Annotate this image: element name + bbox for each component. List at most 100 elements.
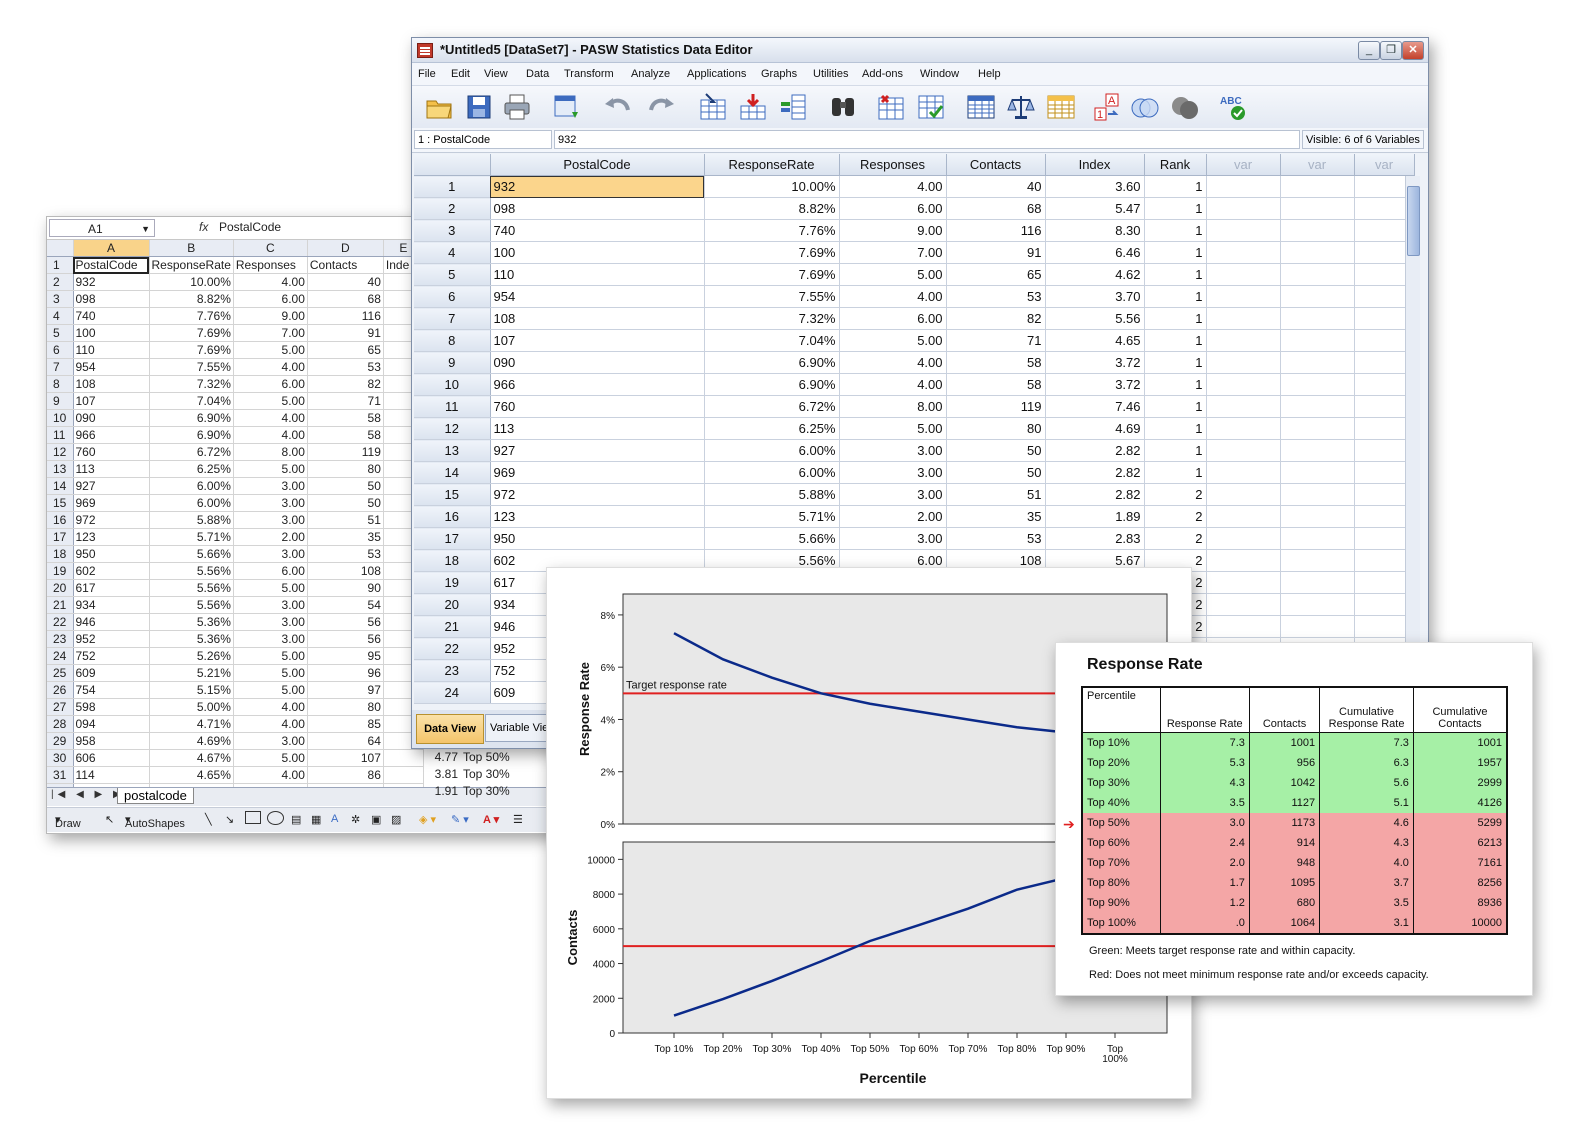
- row-header[interactable]: 29: [47, 732, 74, 750]
- undo-icon[interactable]: [602, 92, 632, 122]
- cell[interactable]: 108: [307, 562, 384, 580]
- row-number[interactable]: 2: [414, 197, 491, 220]
- cell[interactable]: 7.00: [233, 324, 308, 342]
- cell[interactable]: 7.69%: [704, 241, 840, 264]
- cell[interactable]: 7.76%: [704, 219, 840, 242]
- empty-cell[interactable]: [1206, 263, 1281, 286]
- cell[interactable]: 6.25%: [149, 460, 234, 478]
- cell[interactable]: 3.72: [1045, 373, 1145, 396]
- empty-cell[interactable]: [1206, 615, 1281, 638]
- menu-file[interactable]: File: [418, 68, 436, 80]
- row-header[interactable]: 13: [47, 460, 74, 478]
- menu-transform[interactable]: Transform: [564, 68, 614, 80]
- cell[interactable]: 6.00: [233, 290, 308, 308]
- restore-button[interactable]: ❐: [1380, 41, 1402, 60]
- cell[interactable]: 2.00: [233, 528, 308, 546]
- cell[interactable]: 80: [307, 460, 384, 478]
- find-icon[interactable]: [828, 92, 858, 122]
- cell[interactable]: 5.00: [233, 681, 308, 699]
- cell[interactable]: 108: [490, 307, 705, 330]
- cell[interactable]: 760: [73, 443, 150, 461]
- row-header[interactable]: 5: [47, 324, 74, 342]
- empty-cell[interactable]: [1206, 483, 1281, 506]
- cell[interactable]: 113: [73, 460, 150, 478]
- header-cell[interactable]: PostalCode: [73, 256, 150, 274]
- cell[interactable]: 6.00: [233, 562, 308, 580]
- empty-cell[interactable]: [1280, 505, 1355, 528]
- cell[interactable]: 58: [307, 426, 384, 444]
- menu-graphs[interactable]: Graphs: [761, 68, 797, 80]
- cell[interactable]: 123: [490, 505, 705, 528]
- empty-cell[interactable]: [1280, 329, 1355, 352]
- empty-cell[interactable]: [1206, 461, 1281, 484]
- cell[interactable]: 1: [1144, 439, 1207, 462]
- save-icon[interactable]: [464, 92, 494, 122]
- cell[interactable]: 97: [307, 681, 384, 699]
- tab-data-view[interactable]: Data View: [416, 714, 484, 744]
- row-header[interactable]: 27: [47, 698, 74, 716]
- cell[interactable]: 107: [490, 329, 705, 352]
- menu-edit[interactable]: Edit: [451, 68, 470, 80]
- cell[interactable]: 4.00: [233, 273, 308, 291]
- cell[interactable]: 752: [73, 647, 150, 665]
- cell[interactable]: 098: [73, 290, 150, 308]
- empty-cell[interactable]: [1280, 417, 1355, 440]
- cell[interactable]: 113: [490, 417, 705, 440]
- row-number[interactable]: 24: [414, 681, 491, 704]
- row-number[interactable]: 9: [414, 351, 491, 374]
- use-sets-icon[interactable]: [1130, 92, 1160, 122]
- row-number[interactable]: 18: [414, 549, 491, 572]
- cell[interactable]: 5.36%: [149, 630, 234, 648]
- row-header[interactable]: 30: [47, 749, 74, 767]
- row-header[interactable]: 7: [47, 358, 74, 376]
- empty-cell[interactable]: [1206, 571, 1281, 594]
- cell[interactable]: 4.00: [839, 373, 947, 396]
- cell[interactable]: 094: [73, 715, 150, 733]
- empty-cell[interactable]: [1280, 483, 1355, 506]
- row-number[interactable]: 14: [414, 461, 491, 484]
- row-number[interactable]: 7: [414, 307, 491, 330]
- cell[interactable]: 1: [1144, 285, 1207, 308]
- column-header[interactable]: B: [149, 240, 234, 257]
- row-header[interactable]: 10: [47, 409, 74, 427]
- empty-cell[interactable]: [1280, 351, 1355, 374]
- row-number[interactable]: 8: [414, 329, 491, 352]
- cell[interactable]: 3.00: [233, 613, 308, 631]
- column-header[interactable]: var: [1354, 154, 1415, 176]
- vertical-scrollbar[interactable]: [1405, 176, 1420, 646]
- cell[interactable]: 68: [307, 290, 384, 308]
- empty-cell[interactable]: [1280, 549, 1355, 572]
- cell[interactable]: 71: [946, 329, 1046, 352]
- cell[interactable]: 754: [73, 681, 150, 699]
- cell[interactable]: 53: [307, 545, 384, 563]
- split-file-icon[interactable]: [966, 92, 996, 122]
- row-header[interactable]: 6: [47, 341, 74, 359]
- cell[interactable]: 5.00: [839, 329, 947, 352]
- cell[interactable]: 5.00: [233, 647, 308, 665]
- cell[interactable]: 53: [946, 285, 1046, 308]
- cell[interactable]: 972: [73, 511, 150, 529]
- cell[interactable]: 958: [73, 732, 150, 750]
- row-header[interactable]: 20: [47, 579, 74, 597]
- diagram-icon[interactable]: ✲: [351, 813, 360, 826]
- cell[interactable]: 5.56: [1045, 307, 1145, 330]
- row-header[interactable]: 22: [47, 613, 74, 631]
- cell[interactable]: 3.70: [1045, 285, 1145, 308]
- cell[interactable]: 598: [73, 698, 150, 716]
- chevron-down-icon[interactable]: ▼: [141, 220, 150, 238]
- cell[interactable]: 1: [1144, 307, 1207, 330]
- cell[interactable]: 7.46: [1045, 395, 1145, 418]
- cell[interactable]: 7.00: [839, 241, 947, 264]
- cell[interactable]: 50: [307, 494, 384, 512]
- cell[interactable]: 5.56%: [149, 579, 234, 597]
- row-number[interactable]: 12: [414, 417, 491, 440]
- cell[interactable]: 65: [946, 263, 1046, 286]
- fill-color-icon[interactable]: ◈ ▾: [419, 813, 436, 826]
- row-number[interactable]: 19: [414, 571, 491, 594]
- cell[interactable]: 1.91: [420, 784, 458, 798]
- row-number[interactable]: 23: [414, 659, 491, 682]
- menu-addons[interactable]: Add-ons: [862, 68, 903, 80]
- cell[interactable]: 86: [307, 766, 384, 784]
- cell[interactable]: 966: [490, 373, 705, 396]
- cell[interactable]: 969: [73, 494, 150, 512]
